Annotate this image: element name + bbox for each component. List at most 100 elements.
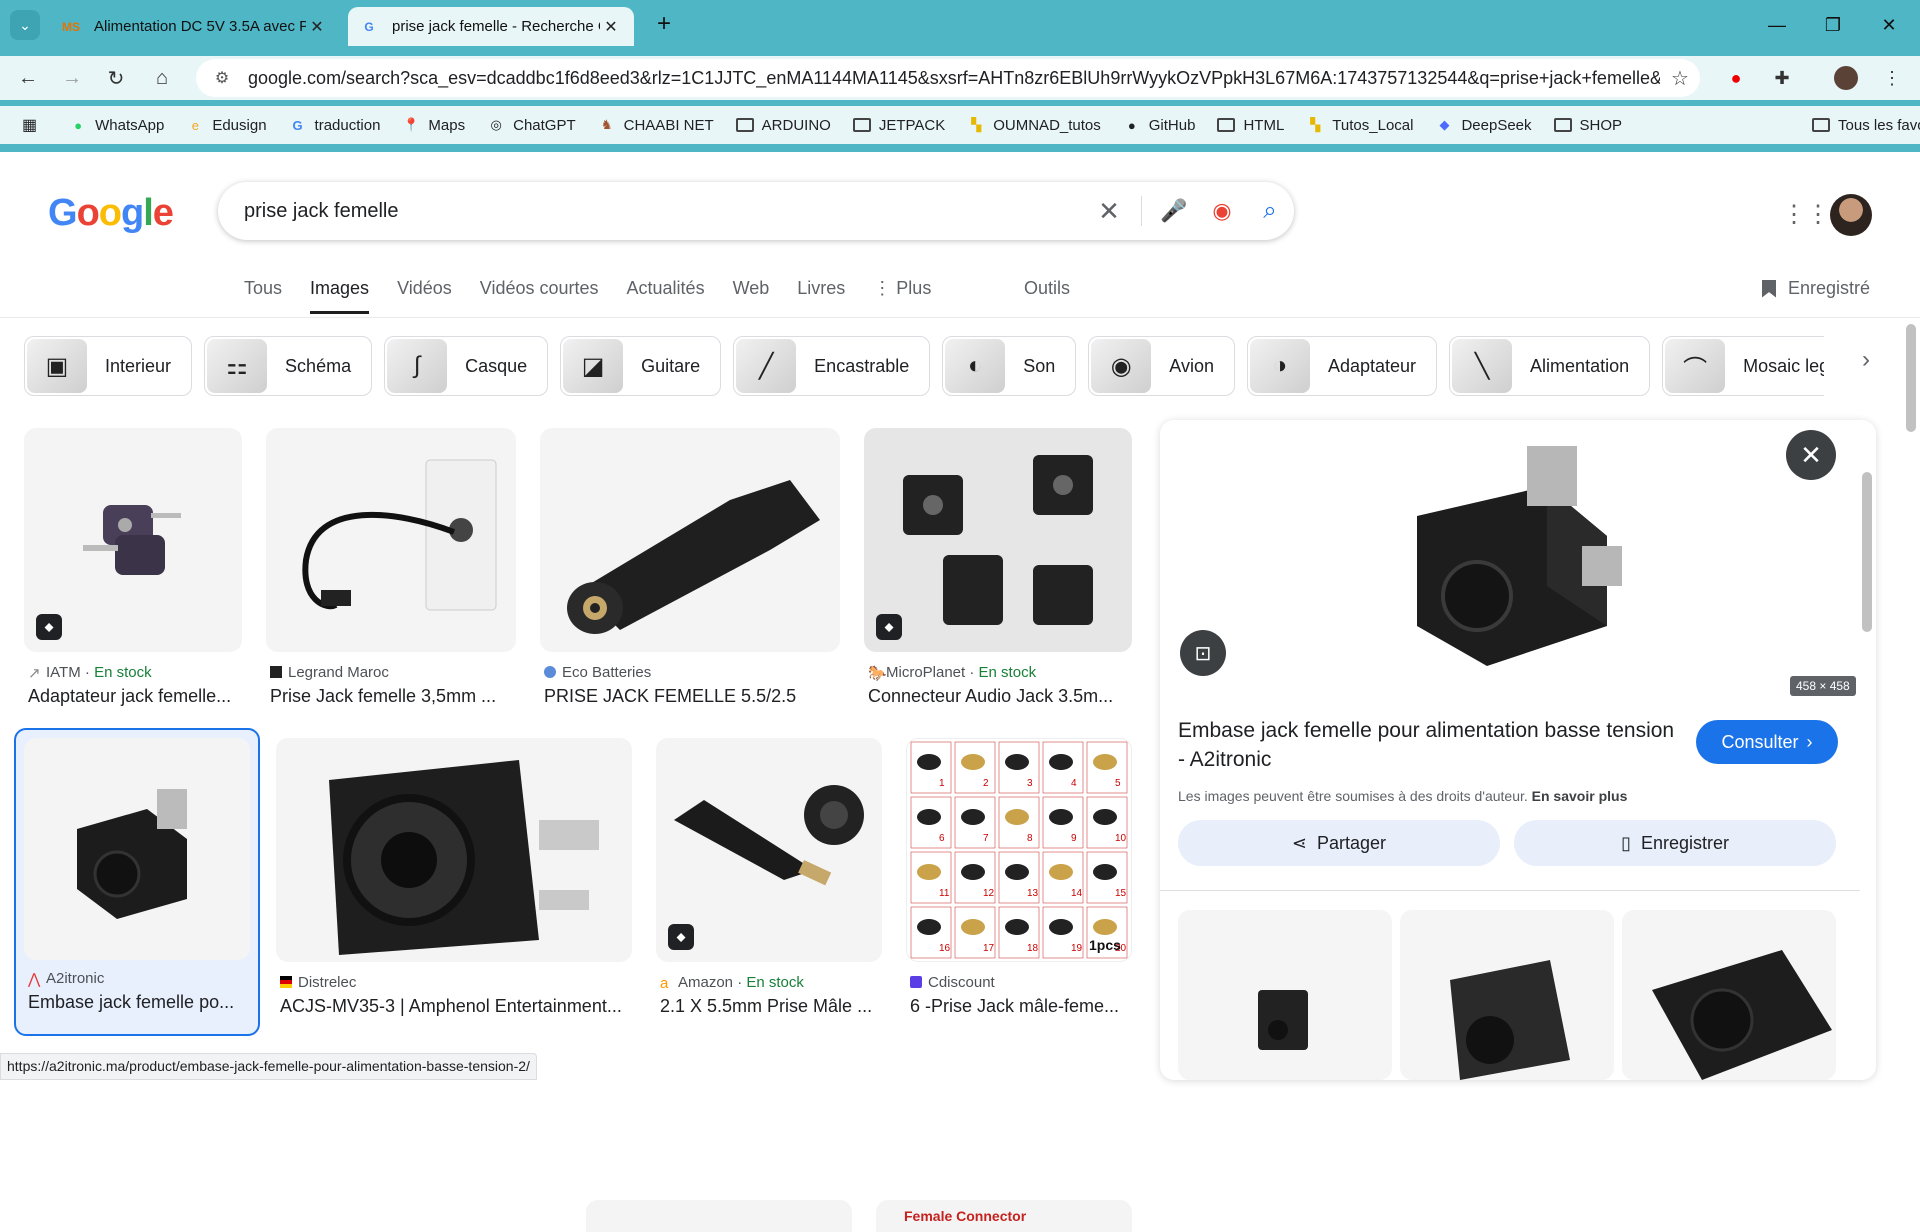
bookmark-jetpack[interactable]: JETPACK (852, 116, 945, 134)
result-card[interactable]: Eco Batteries PRISE JACK FEMELLE 5.5/2.5 (540, 428, 840, 718)
tab-alimentation[interactable]: MS Alimentation DC 5V 3.5A avec P ✕ (50, 7, 340, 46)
result-title[interactable]: Connecteur Audio Jack 3.5m... (868, 686, 1132, 707)
tab-search-button[interactable]: ⌄ (10, 10, 40, 40)
result-card-selected[interactable]: ⋀ A2itronic Embase jack femelle po... (14, 728, 260, 1036)
google-apps-icon[interactable]: ⋮⋮ (1782, 200, 1830, 230)
result-card-partial[interactable]: Female Connector (876, 1200, 1132, 1232)
tab-videos-courtes[interactable]: Vidéos courtes (480, 278, 599, 314)
google-logo[interactable]: Google (48, 192, 174, 235)
account-avatar[interactable] (1830, 194, 1872, 236)
result-image[interactable]: ⬥ (656, 738, 882, 962)
bookmark-chatgpt[interactable]: ◎ ChatGPT (487, 116, 575, 134)
result-card-partial[interactable] (586, 1200, 852, 1232)
chevron-right-icon[interactable]: › (1848, 346, 1884, 382)
bookmark-html[interactable]: HTML (1217, 116, 1284, 134)
bookmark-whatsapp[interactable]: ● WhatsApp (69, 116, 164, 134)
microphone-icon[interactable]: 🎤 (1150, 187, 1198, 235)
result-title[interactable]: 2.1 X 5.5mm Prise Mâle ... (660, 996, 882, 1017)
result-title[interactable]: PRISE JACK FEMELLE 5.5/2.5 (544, 686, 840, 707)
result-image[interactable] (24, 738, 250, 960)
extensions-icon[interactable]: ✚ (1766, 62, 1798, 94)
bookmark-arduino[interactable]: ARDUINO (735, 116, 831, 134)
new-tab-button[interactable]: + (650, 10, 678, 38)
result-image[interactable]: ⬥ (864, 428, 1132, 652)
result-card[interactable]: Distrelec ACJS-MV35-3 | Amphenol Enterta… (276, 738, 632, 1038)
tab-actualites[interactable]: Actualités (627, 278, 705, 314)
result-image[interactable]: 1234567891011121314151617181920212223241… (906, 738, 1132, 962)
profile-avatar-icon[interactable] (1830, 62, 1862, 94)
preview-scrollbar[interactable] (1862, 424, 1872, 1076)
tab-web[interactable]: Web (733, 278, 770, 314)
preview-image[interactable] (1342, 420, 1672, 692)
related-image[interactable] (1178, 910, 1392, 1080)
tab-tous[interactable]: Tous (244, 278, 282, 314)
result-image[interactable] (276, 738, 632, 962)
chip-casque[interactable]: ∫ Casque (384, 336, 549, 396)
chip-adaptateur[interactable]: ◑ Adaptateur (1246, 336, 1438, 396)
result-card[interactable]: Legrand Maroc Prise Jack femelle 3,5mm .… (266, 428, 516, 718)
close-icon[interactable]: ✕ (600, 17, 622, 37)
consult-button[interactable]: Consulter › (1696, 720, 1838, 764)
result-title[interactable]: ACJS-MV35-3 | Amphenol Entertainment... (280, 996, 632, 1017)
search-icon[interactable]: ⌕ (1246, 187, 1294, 235)
back-icon[interactable]: ← (12, 62, 44, 94)
close-icon[interactable]: ✕ (306, 17, 328, 37)
result-card[interactable]: ⬥ ↗ IATM · En stock Adaptateur jack femel… (24, 428, 242, 718)
window-close-icon[interactable]: ✕ (1866, 8, 1912, 42)
apps-grid-icon[interactable]: ▦ (22, 115, 37, 135)
result-card[interactable]: ⬥ a Amazon · En stock 2.1 X 5.5mm Prise M… (656, 738, 882, 1038)
minimize-icon[interactable]: — (1754, 8, 1800, 42)
search-box[interactable]: prise jack femelle ✕ 🎤 ◉ ⌕ (218, 182, 1294, 240)
clear-icon[interactable]: ✕ (1085, 187, 1133, 235)
learn-more-link[interactable]: En savoir plus (1532, 788, 1628, 804)
result-image[interactable]: ⬥ (24, 428, 242, 652)
bookmark-star-icon[interactable]: ☆ (1660, 66, 1700, 91)
result-title[interactable]: Prise Jack femelle 3,5mm ... (270, 686, 516, 707)
bookmark-chaabi[interactable]: ♞ CHAABI NET (598, 116, 714, 134)
chip-mosaic-legrand[interactable]: ⌒ Mosaic legrand (1662, 336, 1824, 396)
result-card[interactable]: ⬥ 🐎MicroPlanet · En stock Connecteur Aud… (864, 428, 1132, 718)
chip-guitare[interactable]: ◪ Guitare (560, 336, 722, 396)
reload-icon[interactable]: ↻ (100, 62, 132, 94)
restore-icon[interactable]: ❐ (1810, 8, 1856, 42)
result-card[interactable]: 1234567891011121314151617181920212223241… (906, 738, 1132, 1038)
address-bar[interactable]: ⚙ google.com/search?sca_esv=dcaddbc1f6d8… (196, 59, 1700, 97)
site-info-icon[interactable]: ⚙ (204, 68, 240, 88)
chip-avion[interactable]: ◉ Avion (1088, 336, 1235, 396)
bookmark-github[interactable]: ● GitHub (1123, 116, 1196, 134)
search-input[interactable]: prise jack femelle (218, 200, 1085, 223)
opera-icon[interactable]: ● (1720, 62, 1752, 94)
chip-schema[interactable]: ⚏ Schéma (204, 336, 373, 396)
tab-google-search[interactable]: G prise jack femelle - Recherche G ✕ (348, 7, 634, 46)
chip-encastrable[interactable]: ╱ Encastrable (733, 336, 931, 396)
page-scrollbar[interactable] (1906, 324, 1916, 432)
url-text[interactable]: google.com/search?sca_esv=dcaddbc1f6d8ee… (240, 68, 1660, 89)
result-image[interactable] (266, 428, 516, 652)
menu-icon[interactable]: ⋮ (1876, 62, 1908, 94)
result-image[interactable] (540, 428, 840, 652)
bookmark-deepseek[interactable]: ◆ DeepSeek (1435, 116, 1531, 134)
home-icon[interactable]: ⌂ (146, 62, 178, 94)
chip-alimentation[interactable]: ╲ Alimentation (1449, 336, 1651, 396)
result-title[interactable]: 6 -Prise Jack mâle-feme... (910, 996, 1132, 1017)
bookmark-shop[interactable]: SHOP (1553, 116, 1622, 134)
result-title[interactable]: Adaptateur jack femelle... (28, 686, 242, 707)
chip-interieur[interactable]: ▣ Interieur (24, 336, 193, 396)
bookmark-edusign[interactable]: e Edusign (186, 116, 267, 134)
preview-title[interactable]: Embase jack femelle pour alimentation ba… (1178, 716, 1678, 774)
bookmark-maps[interactable]: 📍 Maps (402, 116, 465, 134)
tab-videos[interactable]: Vidéos (397, 278, 452, 314)
forward-icon[interactable]: → (56, 62, 88, 94)
lens-search-icon[interactable]: ⊡ (1180, 630, 1226, 676)
result-title[interactable]: Embase jack femelle po... (28, 992, 250, 1013)
tab-images[interactable]: Images (310, 278, 370, 314)
tab-livres[interactable]: Livres (797, 278, 845, 314)
all-bookmarks[interactable]: Tous les favoris (1812, 116, 1920, 134)
tools-button[interactable]: Outils (1024, 278, 1070, 299)
tab-plus[interactable]: ⋮ Plus (873, 278, 931, 314)
save-button[interactable]: ▯ Enregistrer (1514, 820, 1836, 866)
bookmark-traduction[interactable]: Gtraduction (289, 116, 380, 134)
related-image[interactable] (1622, 910, 1836, 1080)
bookmark-oumnad[interactable]: ▚ OUMNAD_tutos (967, 116, 1101, 134)
lens-icon[interactable]: ◉ (1198, 187, 1246, 235)
